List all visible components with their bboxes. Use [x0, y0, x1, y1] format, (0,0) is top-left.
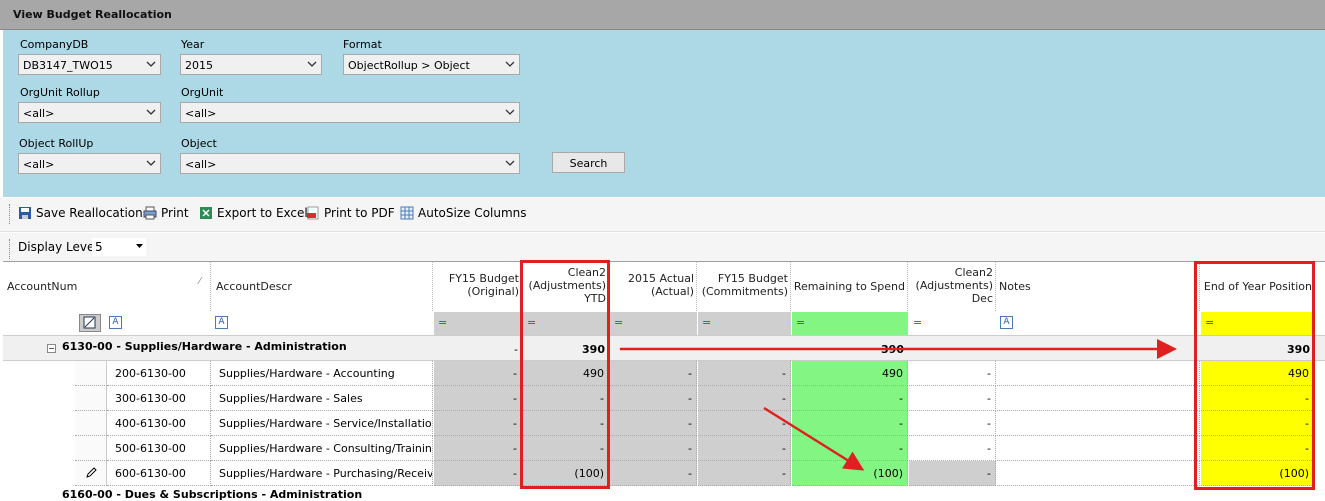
arrow-to-remaining	[763, 406, 865, 471]
annotation-arrows	[620, 339, 1177, 471]
